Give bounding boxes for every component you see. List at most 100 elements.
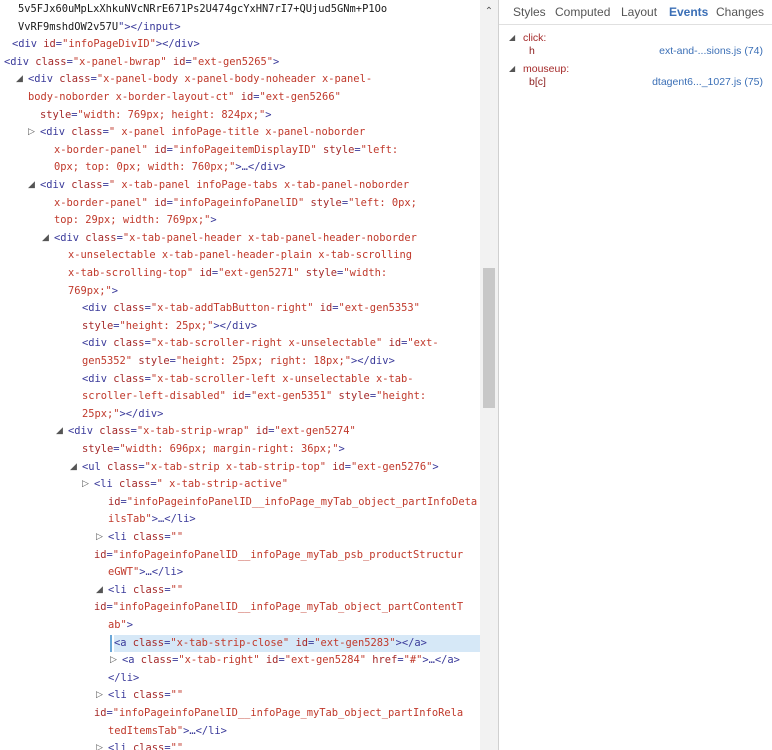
- dom-line[interactable]: ab">: [108, 617, 133, 634]
- collapse-triangle-icon[interactable]: ◢: [16, 71, 23, 88]
- attr-name: class: [85, 231, 117, 244]
- dom-line[interactable]: 769px;">: [68, 283, 118, 300]
- expand-triangle-icon[interactable]: ▷: [28, 124, 35, 141]
- dom-line[interactable]: 0px; top: 0px; width: 760px;">…</div>: [54, 159, 285, 176]
- attr-value: x-border-panel": [54, 196, 148, 209]
- dom-line[interactable]: ▷ <li class="": [96, 687, 184, 704]
- attr-value: 769px;": [68, 284, 112, 297]
- expand-triangle-icon[interactable]: ▷: [82, 476, 89, 493]
- markup-text: ></div>: [213, 319, 258, 332]
- attr-name: class: [59, 73, 91, 86]
- attr-name: class: [35, 55, 67, 68]
- attr-value: "infoPageitemDisplayID": [172, 143, 317, 156]
- dom-line[interactable]: 5v5FJx60uMpLxXhkuNVcNRrE671Ps2U474gcYxHN…: [18, 1, 387, 18]
- dom-line[interactable]: ◢ <div class=" x-tab-panel infoPage-tabs …: [28, 177, 410, 194]
- dom-line[interactable]: top: 29px; width: 769px;">: [54, 212, 217, 229]
- attr-value: "": [170, 583, 184, 596]
- dom-line[interactable]: id="infoPageinfoPanelID__infoPage_myTab_…: [94, 705, 463, 722]
- dom-line[interactable]: ◢ <li class="": [96, 582, 184, 599]
- dom-line[interactable]: style="width: 696px; margin-right: 36px;…: [82, 441, 345, 458]
- dom-line[interactable]: ◢<div class="x-panel-bwrap" id="ext-gen5…: [4, 54, 279, 71]
- handler-source-link[interactable]: ext-and-...sions.js (74): [659, 44, 763, 58]
- dom-line[interactable]: VvRF9mshdOW2v57U"></input>: [18, 19, 181, 36]
- attr-name: class: [113, 337, 145, 350]
- dom-line[interactable]: id="infoPageinfoPanelID__infoPage_myTab_…: [108, 494, 477, 511]
- dom-line[interactable]: ◢ <div class="x-tab-strip-wrap" id="ext-g…: [56, 423, 356, 440]
- dom-line[interactable]: tedItemsTab">…</li>: [108, 723, 227, 740]
- tab-changes[interactable]: Changes: [716, 5, 764, 19]
- attr-name: id: [94, 548, 107, 561]
- tab-computed[interactable]: Computed: [555, 5, 610, 19]
- dom-line[interactable]: ◢ <div class="x-panel-body x-panel-body-n…: [16, 71, 372, 88]
- dom-line[interactable]: x-unselectable x-tab-panel-header-plain …: [68, 247, 412, 264]
- attr-value: "": [170, 689, 184, 702]
- collapse-triangle-icon[interactable]: ◢: [42, 230, 49, 247]
- dom-line[interactable]: style="width: 769px; height: 824px;">: [40, 107, 271, 124]
- dom-line[interactable]: <div id="infoPageDivID"></div>: [12, 36, 200, 53]
- attr-name: id: [232, 390, 245, 403]
- collapse-triangle-icon[interactable]: ◢: [56, 423, 63, 440]
- dom-line[interactable]: id="infoPageinfoPanelID__infoPage_myTab_…: [94, 547, 463, 564]
- attr-value: " x-tab-panel infoPage-tabs x-tab-panel-…: [108, 179, 410, 191]
- expand-triangle-icon[interactable]: ▷: [96, 529, 103, 546]
- attr-value: x-tab-scrolling-top": [68, 267, 194, 279]
- dom-line[interactable]: ilsTab">…</li>: [108, 511, 196, 528]
- expand-triangle-icon[interactable]: ▷: [96, 740, 103, 750]
- handler-source-link[interactable]: dtagent6..._1027.js (75): [652, 75, 763, 89]
- collapse-triangle-icon[interactable]: ◢: [509, 31, 515, 45]
- attr-name: id: [172, 55, 186, 68]
- dom-line[interactable]: x-border-panel" id="infoPageitemDisplayI…: [54, 142, 398, 159]
- markup-text: <div: [68, 425, 100, 438]
- dom-line[interactable]: <div class="x-tab-addTabButton-right" id…: [82, 300, 420, 317]
- dom-line[interactable]: </li>: [108, 670, 139, 687]
- dom-line[interactable]: 25px;"></div>: [82, 406, 163, 423]
- dom-line[interactable]: x-border-panel" id="infoPageinfoPanelID"…: [54, 195, 417, 212]
- attr-name: id: [43, 38, 56, 51]
- markup-text: <div: [54, 231, 86, 244]
- tab-layout[interactable]: Layout: [621, 5, 657, 19]
- attr-value: "x-tab-strip-close": [170, 636, 290, 649]
- dom-tree-scrollbar[interactable]: ⌃: [480, 0, 498, 750]
- markup-text: ></a>: [395, 636, 427, 649]
- dom-line[interactable]: body-noborder x-border-layout-ct" id="ex…: [28, 89, 341, 106]
- event-group[interactable]: ◢ click:: [509, 31, 546, 45]
- dom-line[interactable]: gen5352" style="height: 25px; right: 18p…: [82, 353, 395, 370]
- attr-value: "infoPageinfoPanelID__infoPage_myTab_psb…: [112, 548, 464, 561]
- attr-value: "left:: [360, 143, 399, 156]
- collapse-triangle-icon[interactable]: ◢: [70, 459, 77, 476]
- markup-text: >: [210, 214, 217, 227]
- expand-triangle-icon[interactable]: ▷: [96, 687, 103, 704]
- dom-line[interactable]: ▷ <li class="": [96, 740, 183, 750]
- dom-line[interactable]: ◢ <ul class="x-tab-strip x-tab-strip-top"…: [70, 459, 439, 476]
- dom-line[interactable]: eGWT">…</li>: [108, 564, 183, 581]
- attr-name: class: [107, 460, 139, 473]
- dom-line[interactable]: ▷ <a class="x-tab-right" id="ext-gen5284"…: [110, 652, 460, 669]
- tab-events[interactable]: Events: [669, 5, 708, 19]
- dom-line[interactable]: scroller-left-disabled" id="ext-gen5351"…: [82, 388, 426, 405]
- event-group[interactable]: ◢ mouseup:: [509, 62, 569, 76]
- dom-line[interactable]: ▷ <div class=" x-panel infoPage-title x-p…: [28, 124, 365, 141]
- collapse-triangle-icon[interactable]: ◢: [28, 177, 35, 194]
- dom-line[interactable]: x-tab-scrolling-top" id="ext-gen5271" st…: [68, 265, 387, 282]
- dom-line[interactable]: ▷ <li class=" x-tab-strip-active": [82, 476, 288, 493]
- attr-value: "infoPageinfoPanelID": [172, 196, 305, 209]
- expand-triangle-icon[interactable]: ▷: [110, 652, 117, 669]
- dom-line[interactable]: style="height: 25px;"></div>: [82, 318, 257, 335]
- collapse-triangle-icon[interactable]: ◢: [509, 62, 515, 76]
- attr-name: class: [133, 583, 165, 596]
- tab-styles[interactable]: Styles: [513, 5, 546, 19]
- dom-line[interactable]: id="infoPageinfoPanelID__infoPage_myTab_…: [94, 599, 463, 616]
- attr-name: id: [255, 425, 269, 438]
- dom-line[interactable]: <div class="x-tab-scroller-right x-unsel…: [82, 335, 439, 352]
- attr-value: "width:: [343, 267, 388, 279]
- scroll-up-arrow-icon[interactable]: ⌃: [483, 6, 495, 18]
- dom-line[interactable]: ▷ <li class="": [96, 529, 183, 546]
- dom-line[interactable]: ◢ <div class="x-tab-panel-header x-tab-pa…: [42, 230, 417, 247]
- dom-line-selected[interactable]: <a class="x-tab-strip-close" id="ext-gen…: [110, 634, 480, 652]
- event-handler[interactable]: h ext-and-...sions.js (74): [529, 44, 763, 58]
- dom-line[interactable]: <div class="x-tab-scroller-left x-unsele…: [82, 371, 414, 388]
- dom-tree-pane: 5v5FJx60uMpLxXhkuNVcNRrE671Ps2U474gcYxHN…: [0, 0, 480, 750]
- event-handler[interactable]: b[c] dtagent6..._1027.js (75): [529, 75, 763, 89]
- scrollbar-thumb[interactable]: [483, 268, 495, 408]
- collapse-triangle-icon[interactable]: ◢: [96, 582, 103, 599]
